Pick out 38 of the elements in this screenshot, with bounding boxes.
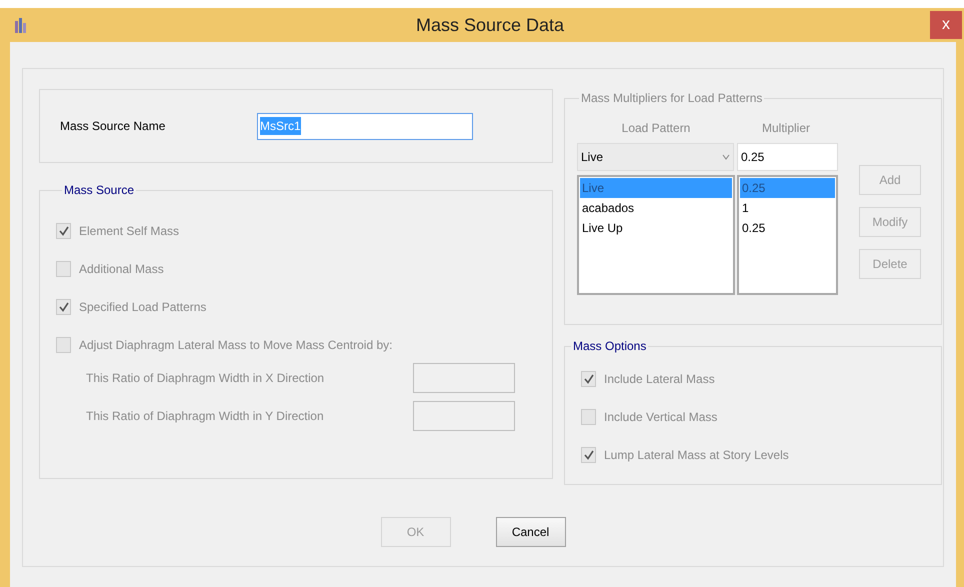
checkbox-label: Adjust Diaphragm Lateral Mass to Move Mass Centroid by: [79,337,392,354]
dialog-button[interactable]: Cancel [496,517,566,547]
field-label: Mass Source Name [60,118,166,135]
list-item[interactable]: Live [580,178,732,198]
app-icon [14,17,28,33]
checkmark-icon [58,302,68,312]
column-header: Load Pattern [620,120,692,137]
group-title: Mass Options [572,338,648,355]
checkmark-icon [584,374,594,384]
close-button[interactable]: x [930,11,962,39]
checkbox-label: Lump Lateral Mass at Story Levels [604,447,789,464]
list-item[interactable]: 0.25 [740,178,835,198]
list-item[interactable]: Live Up [580,218,732,238]
checkbox-label: Specified Load Patterns [79,299,206,316]
window-title: Mass Source Data [414,14,566,36]
dropdown-value: Live [581,149,604,166]
ratio-label: This Ratio of Diaphragm Width in X Direction [86,370,326,387]
list-item[interactable]: 0.25 [740,218,835,238]
checkmark-icon [584,450,594,460]
field-value: 0.25 [741,149,764,166]
group-title: Mass Multipliers for Load Patterns [580,90,764,107]
chevron-down-icon [722,154,730,160]
field-value: MsSrc1 [260,117,301,135]
checkbox-label: Element Self Mass [79,223,180,240]
ratio-field[interactable] [413,401,515,431]
ratio-field[interactable] [413,363,515,393]
ratio-label: This Ratio of Diaphragm Width in Y Direction [86,408,325,425]
multiplier-field[interactable]: 0.25 [737,143,838,171]
checkbox-label: Include Vertical Mass [604,409,718,426]
group-title: Mass Source [63,182,136,199]
checkmark-icon [58,226,68,236]
list-item[interactable]: 1 [740,198,835,218]
list-item[interactable]: acabados [580,198,732,218]
checkbox-label: Additional Mass [79,261,164,278]
name-field[interactable]: MsSrc1 [257,112,473,140]
column-header: Multiplier [760,120,811,137]
pattern-dropdown[interactable]: Live [577,143,734,171]
checkbox-label: Include Lateral Mass [604,371,715,388]
